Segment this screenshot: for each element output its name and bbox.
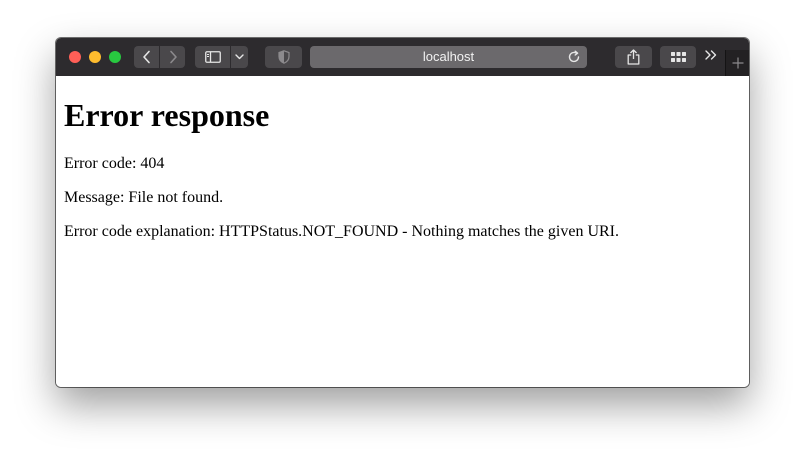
error-code-line: Error code: 404 — [64, 155, 165, 172]
page-title: Error response — [64, 97, 270, 133]
address-text: localhost — [422, 49, 475, 64]
plus-icon — [732, 57, 744, 69]
reload-icon[interactable] — [567, 50, 581, 64]
forward-button[interactable] — [160, 46, 185, 68]
privacy-report-button[interactable] — [265, 46, 302, 68]
page-content: Error response Error code: 404 Message: … — [56, 76, 749, 387]
chevron-left-icon — [142, 50, 150, 64]
sidebar-icon — [204, 51, 221, 63]
error-message-line: Message: File not found. — [64, 189, 224, 206]
browser-window: localhost Error response Error code: 404… — [56, 38, 749, 387]
chevron-right-icon — [169, 50, 177, 64]
close-window-button[interactable] — [69, 51, 81, 63]
zoom-window-button[interactable] — [109, 51, 121, 63]
tab-overview-button[interactable] — [660, 46, 696, 68]
sidebar-button[interactable] — [195, 46, 230, 68]
chevron-down-icon — [235, 54, 244, 60]
new-tab-button[interactable] — [725, 50, 749, 76]
shield-icon — [277, 50, 290, 64]
minimize-window-button[interactable] — [89, 51, 101, 63]
sidebar-menu-button[interactable] — [231, 46, 248, 68]
grid-icon — [670, 52, 686, 62]
double-chevron-icon — [705, 50, 717, 60]
share-icon — [627, 49, 640, 65]
address-bar[interactable]: localhost — [310, 46, 587, 68]
share-button[interactable] — [615, 46, 652, 68]
browser-toolbar: localhost — [56, 38, 749, 77]
error-explanation-line: Error code explanation: HTTPStatus.NOT_F… — [64, 223, 620, 240]
toolbar-overflow-button[interactable] — [704, 48, 720, 66]
back-button[interactable] — [134, 46, 159, 68]
